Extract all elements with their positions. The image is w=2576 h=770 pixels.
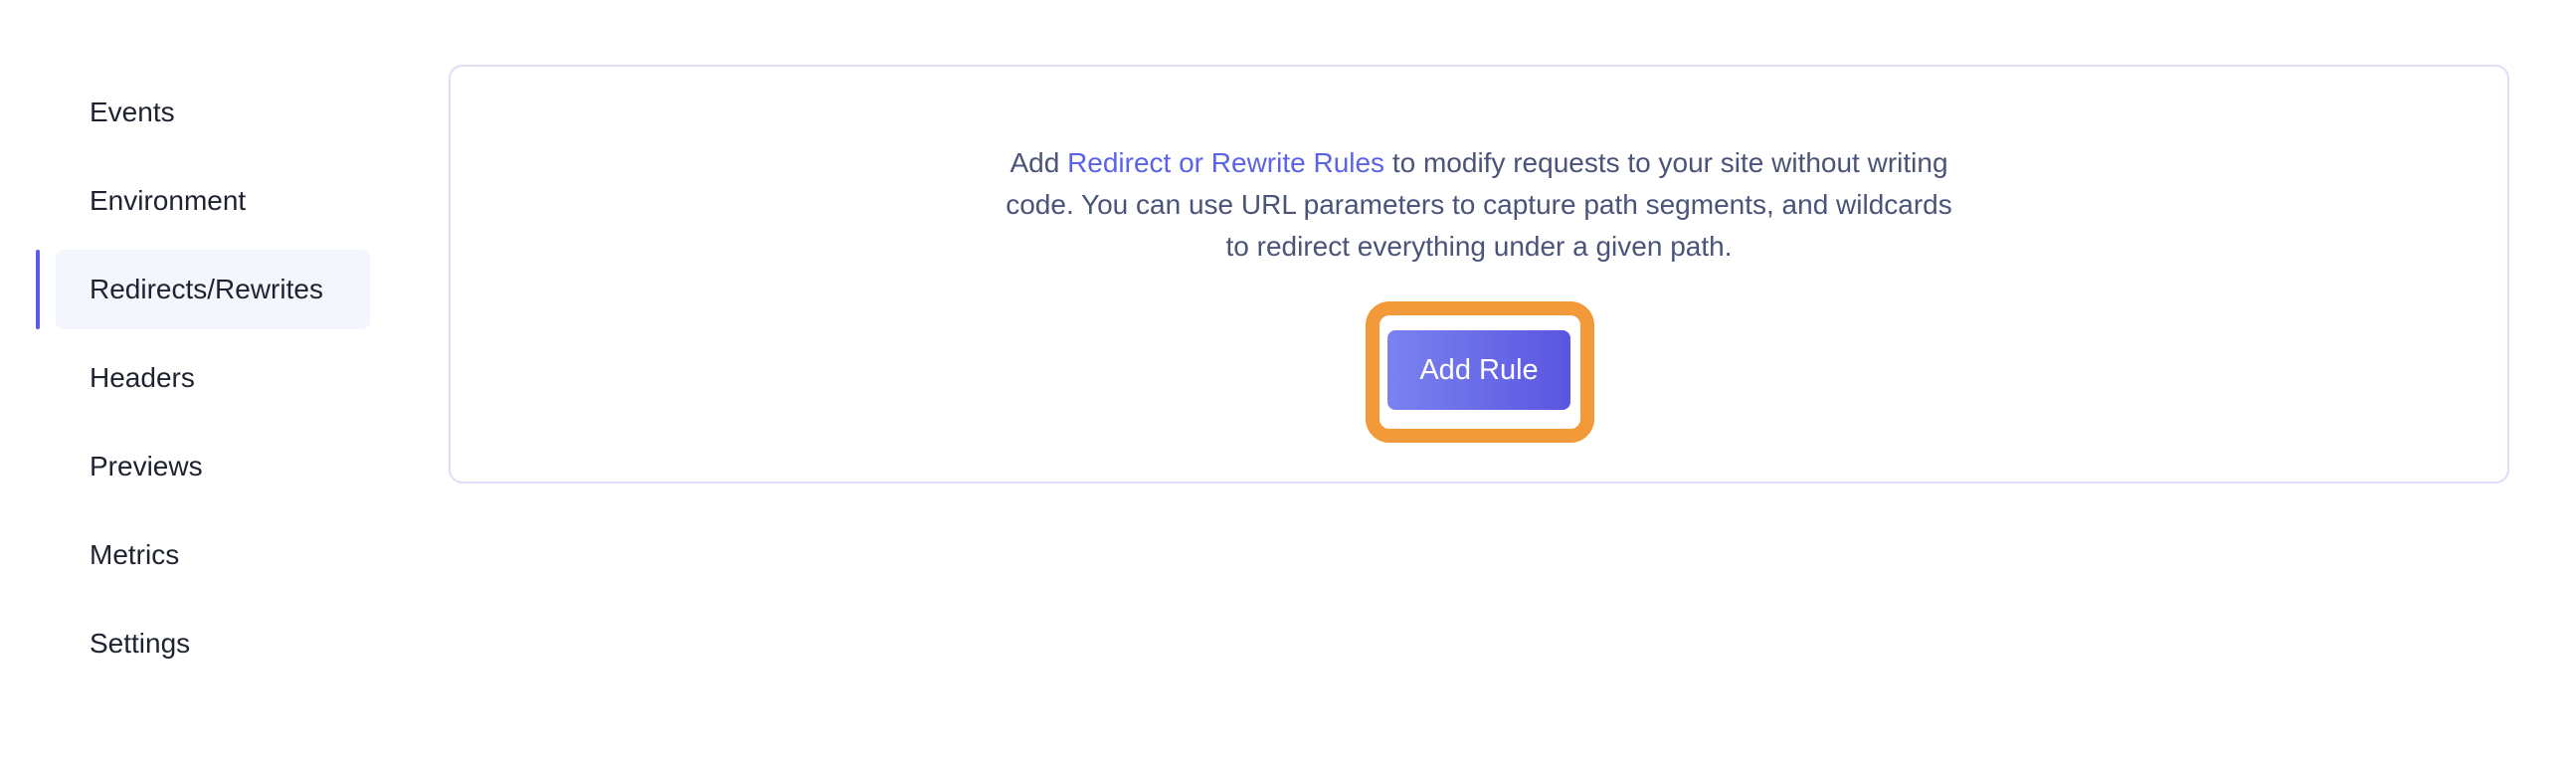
description-prefix: Add xyxy=(1010,147,1068,178)
sidebar-item-label: Events xyxy=(90,96,175,127)
sidebar-item-environment[interactable]: Environment xyxy=(36,161,370,241)
sidebar-item-label: Headers xyxy=(90,362,195,393)
settings-sidebar: Events Environment Redirects/Rewrites He… xyxy=(36,73,370,692)
sidebar-item-previews[interactable]: Previews xyxy=(36,427,370,506)
sidebar-item-events[interactable]: Events xyxy=(36,73,370,152)
active-indicator xyxy=(36,250,40,329)
empty-state-description: Add Redirect or Rewrite Rules to modify … xyxy=(1002,142,1956,268)
sidebar-item-label: Metrics xyxy=(90,539,180,570)
sidebar-item-metrics[interactable]: Metrics xyxy=(36,515,370,595)
sidebar-item-redirects-rewrites[interactable]: Redirects/Rewrites xyxy=(36,250,370,329)
add-rule-button[interactable]: Add Rule xyxy=(1387,330,1570,410)
sidebar-item-label: Previews xyxy=(90,451,203,481)
sidebar-item-label: Redirects/Rewrites xyxy=(90,274,323,304)
empty-state-card: Add Redirect or Rewrite Rules to modify … xyxy=(449,65,2509,483)
sidebar-item-label: Environment xyxy=(90,185,247,216)
sidebar-item-headers[interactable]: Headers xyxy=(36,338,370,418)
redirect-rewrite-rules-link[interactable]: Redirect or Rewrite Rules xyxy=(1067,147,1384,178)
sidebar-item-label: Settings xyxy=(90,628,191,659)
sidebar-item-settings[interactable]: Settings xyxy=(36,604,370,683)
